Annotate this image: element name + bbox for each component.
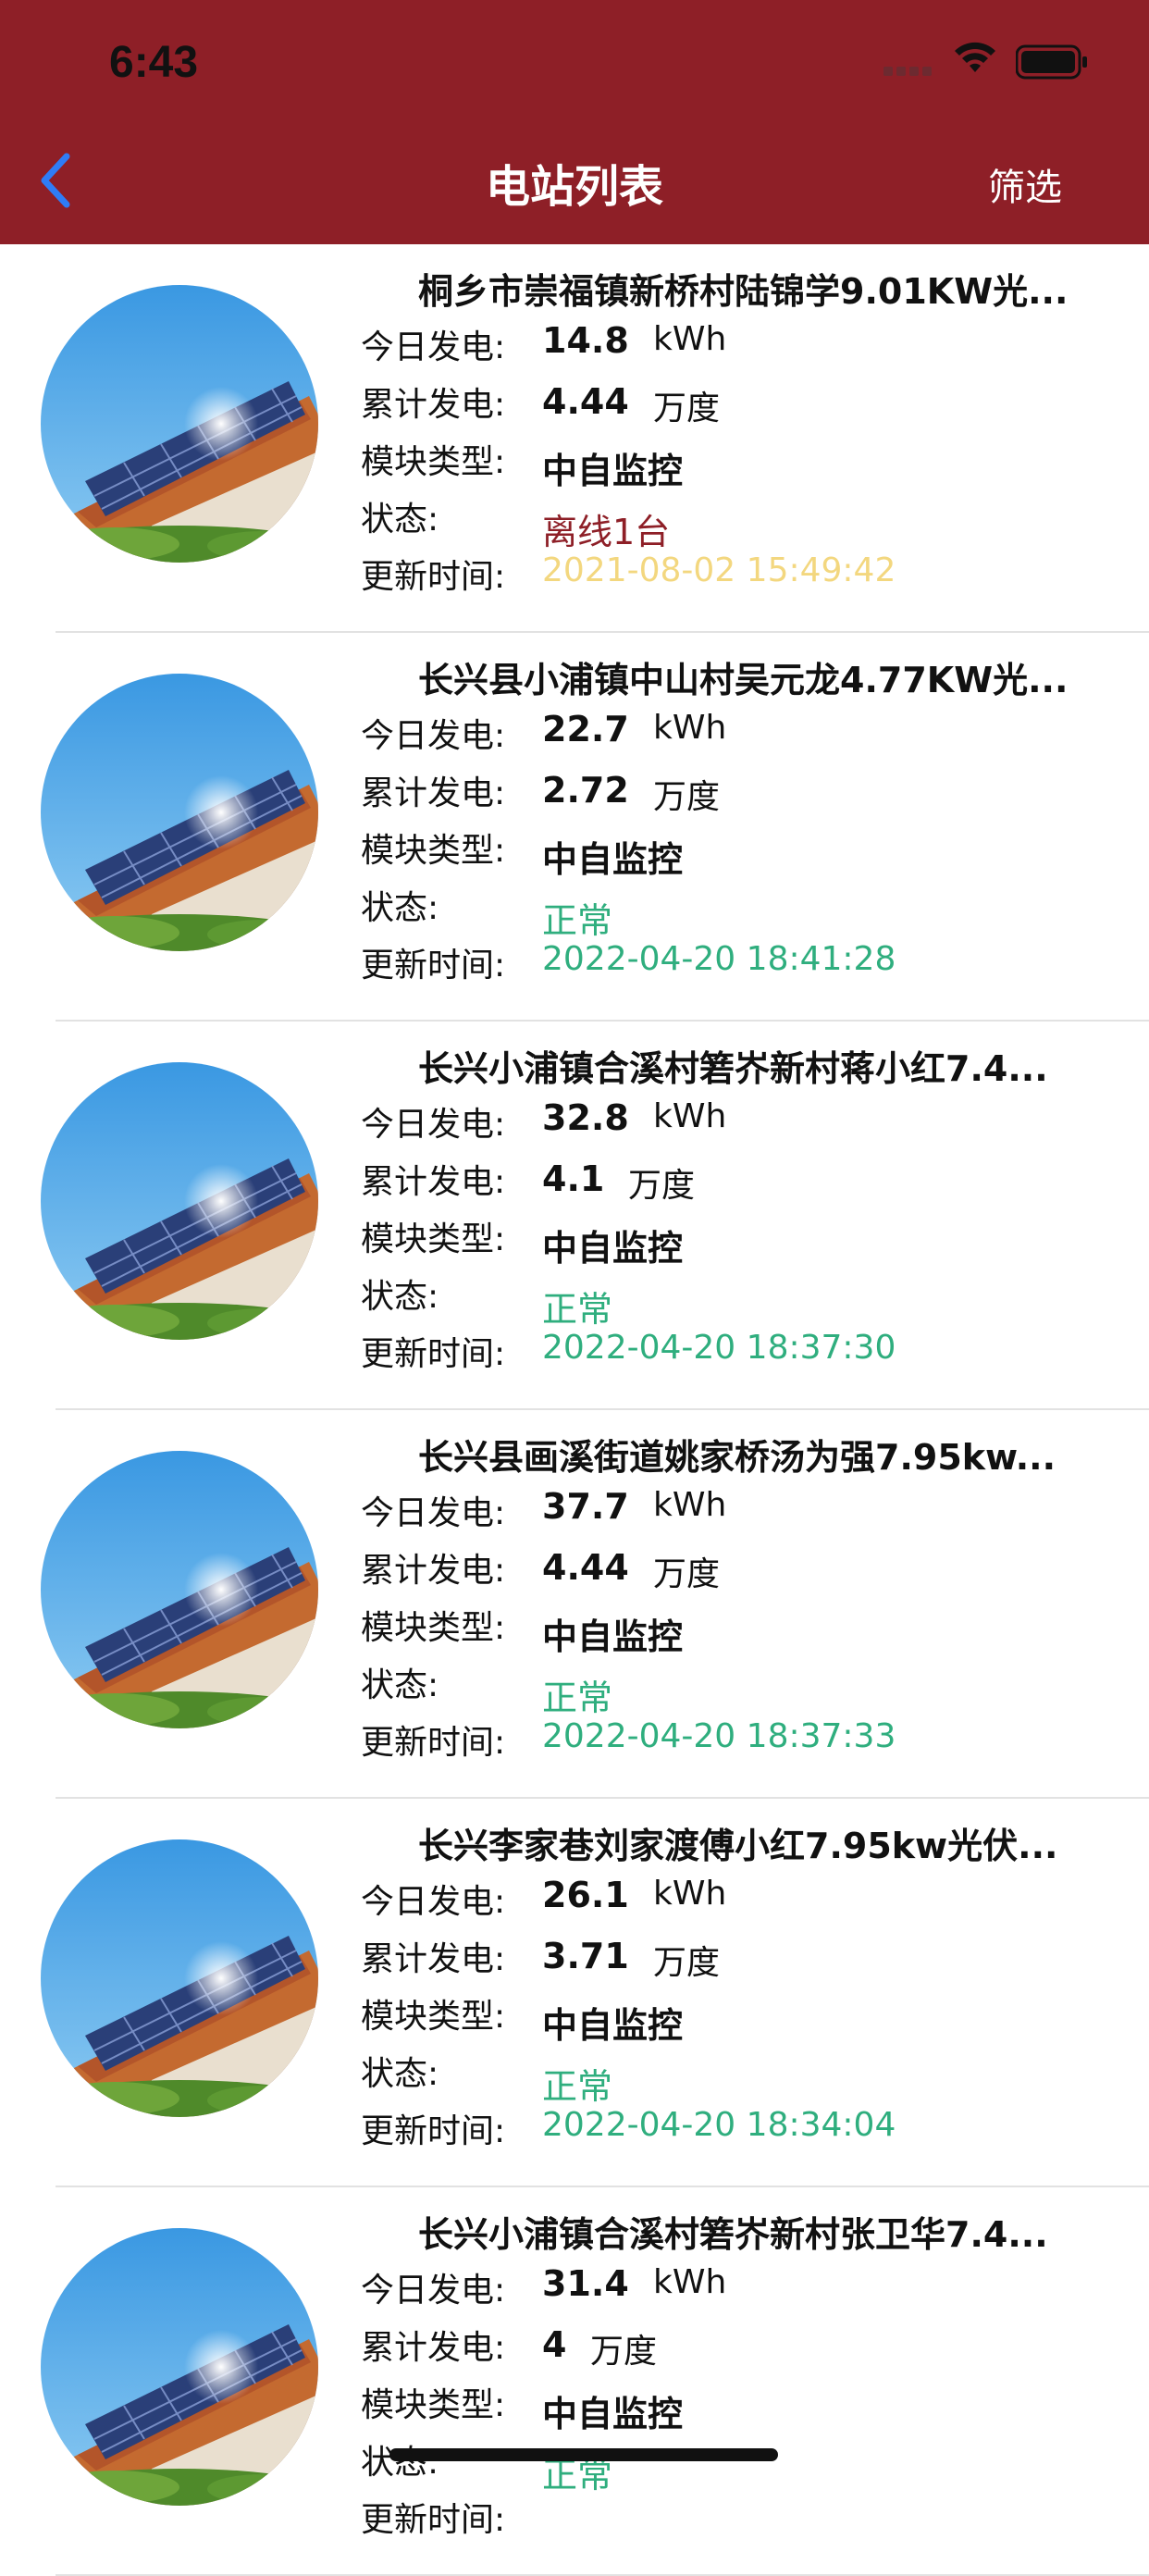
total-generation-unit: 万度 bbox=[653, 1555, 721, 1593]
status-value: 正常 bbox=[542, 1289, 613, 1330]
total-generation-value: 4.1 bbox=[542, 1158, 605, 1199]
solar-house-image bbox=[41, 674, 318, 951]
station-row[interactable]: 长兴小浦镇合溪村箬岕新村蒋小红7.4... 今日发电: 32.8 kWh 累计发… bbox=[0, 1022, 1149, 1410]
station-name: 长兴小浦镇合溪村箬岕新村蒋小红7.4... bbox=[418, 1048, 1048, 1089]
update-time-label: 更新时间: bbox=[361, 1335, 506, 1373]
total-generation-label: 累计发电: bbox=[361, 1552, 506, 1590]
station-name: 长兴小浦镇合溪村箬岕新村张卫华7.4... bbox=[418, 2214, 1048, 2255]
station-name: 桐乡市崇福镇新桥村陆锦学9.01KW光... bbox=[418, 271, 1069, 312]
solar-house-image bbox=[41, 285, 318, 563]
today-generation-value: 37.7 bbox=[542, 1486, 629, 1527]
status-value: 正常 bbox=[542, 1678, 613, 1718]
total-generation-unit: 万度 bbox=[590, 2333, 658, 2371]
total-generation-value: 4 bbox=[542, 2324, 567, 2365]
station-list: 桐乡市崇福镇新桥村陆锦学9.01KW光... 今日发电: 14.8 kWh 累计… bbox=[0, 244, 1149, 2576]
module-type-value: 中自监控 bbox=[542, 2394, 684, 2434]
filter-button[interactable]: 筛选 bbox=[988, 157, 1062, 211]
total-generation-unit: 万度 bbox=[653, 778, 721, 816]
total-generation-value: 3.71 bbox=[542, 1936, 629, 1976]
station-row[interactable]: 长兴小浦镇合溪村箬岕新村张卫华7.4... 今日发电: 31.4 kWh 累计发… bbox=[0, 2187, 1149, 2576]
status-label: 状态: bbox=[361, 2055, 439, 2093]
today-generation-unit: kWh bbox=[653, 709, 727, 747]
solar-house-image bbox=[41, 1451, 318, 1728]
wifi-icon bbox=[955, 42, 995, 72]
today-generation-unit: kWh bbox=[653, 1097, 727, 1135]
update-time-value: 2022-04-20 18:37:30 bbox=[542, 1329, 896, 1367]
module-type-value: 中自监控 bbox=[542, 2005, 684, 2046]
today-generation-label: 今日发电: bbox=[361, 1883, 506, 1921]
station-name: 长兴李家巷刘家渡傅小红7.95kw光伏... bbox=[418, 1826, 1058, 1866]
today-generation-label: 今日发电: bbox=[361, 328, 506, 366]
today-generation-label: 今日发电: bbox=[361, 1106, 506, 1144]
module-type-value: 中自监控 bbox=[542, 451, 684, 491]
today-generation-unit: kWh bbox=[653, 2263, 727, 2301]
status-value: 正常 bbox=[542, 2066, 613, 2107]
status-label: 状态: bbox=[361, 1278, 439, 1316]
station-row[interactable]: 长兴县画溪街道姚家桥汤为强7.95kw... 今日发电: 37.7 kWh 累计… bbox=[0, 1410, 1149, 1799]
module-type-label: 模块类型: bbox=[361, 1220, 506, 1258]
station-row[interactable]: 桐乡市崇福镇新桥村陆锦学9.01KW光... 今日发电: 14.8 kWh 累计… bbox=[0, 244, 1149, 633]
total-generation-unit: 万度 bbox=[653, 390, 721, 427]
today-generation-value: 31.4 bbox=[542, 2263, 629, 2304]
today-generation-unit: kWh bbox=[653, 1486, 727, 1524]
today-generation-value: 32.8 bbox=[542, 1097, 629, 1138]
status-label: 状态: bbox=[361, 501, 439, 539]
module-type-label: 模块类型: bbox=[361, 2386, 506, 2424]
today-generation-unit: kWh bbox=[653, 320, 727, 358]
battery-icon bbox=[1016, 44, 1087, 80]
home-indicator bbox=[389, 2448, 778, 2461]
station-name: 长兴县小浦镇中山村吴元龙4.77KW光... bbox=[418, 660, 1069, 700]
update-time-label: 更新时间: bbox=[361, 947, 506, 985]
today-generation-value: 14.8 bbox=[542, 320, 629, 361]
module-type-value: 中自监控 bbox=[542, 839, 684, 880]
module-type-value: 中自监控 bbox=[542, 1616, 684, 1657]
status-value: 正常 bbox=[542, 900, 613, 941]
total-generation-unit: 万度 bbox=[628, 1167, 696, 1205]
total-generation-value: 4.44 bbox=[542, 381, 629, 422]
solar-house-image bbox=[41, 2228, 318, 2506]
page-title: 电站列表 bbox=[485, 161, 663, 213]
status-value: 离线1台 bbox=[542, 512, 671, 552]
today-generation-label: 今日发电: bbox=[361, 717, 506, 755]
today-generation-value: 26.1 bbox=[542, 1875, 629, 1915]
status-time: 6:43 bbox=[109, 38, 199, 87]
solar-house-image bbox=[41, 1839, 318, 2117]
solar-house-image bbox=[41, 1062, 318, 1340]
station-row[interactable]: 长兴县小浦镇中山村吴元龙4.77KW光... 今日发电: 22.7 kWh 累计… bbox=[0, 633, 1149, 1022]
cellular-signal-icon bbox=[883, 67, 932, 76]
update-time-label: 更新时间: bbox=[361, 2501, 506, 2539]
total-generation-value: 2.72 bbox=[542, 770, 629, 811]
today-generation-label: 今日发电: bbox=[361, 2272, 506, 2310]
update-time-label: 更新时间: bbox=[361, 2112, 506, 2150]
module-type-label: 模块类型: bbox=[361, 832, 506, 870]
nav-bar: 6:43 电站列表 筛选 bbox=[0, 0, 1149, 244]
update-time-label: 更新时间: bbox=[361, 558, 506, 596]
today-generation-label: 今日发电: bbox=[361, 1494, 506, 1532]
update-time-value: 2022-04-20 18:34:04 bbox=[542, 2106, 896, 2144]
today-generation-unit: kWh bbox=[653, 1875, 727, 1913]
total-generation-label: 累计发电: bbox=[361, 1163, 506, 1201]
module-type-value: 中自监控 bbox=[542, 1228, 684, 1269]
total-generation-label: 累计发电: bbox=[361, 386, 506, 424]
station-name: 长兴县画溪街道姚家桥汤为强7.95kw... bbox=[418, 1437, 1056, 1478]
update-time-value: 2022-04-20 18:41:28 bbox=[542, 940, 896, 978]
total-generation-value: 4.44 bbox=[542, 1547, 629, 1588]
status-label: 状态: bbox=[361, 1666, 439, 1704]
update-time-value: 2022-04-20 18:37:33 bbox=[542, 1717, 896, 1755]
today-generation-value: 22.7 bbox=[542, 709, 629, 749]
module-type-label: 模块类型: bbox=[361, 1998, 506, 2036]
total-generation-label: 累计发电: bbox=[361, 774, 506, 812]
station-row[interactable]: 长兴李家巷刘家渡傅小红7.95kw光伏... 今日发电: 26.1 kWh 累计… bbox=[0, 1799, 1149, 2187]
module-type-label: 模块类型: bbox=[361, 443, 506, 481]
total-generation-label: 累计发电: bbox=[361, 2329, 506, 2367]
update-time-label: 更新时间: bbox=[361, 1724, 506, 1762]
total-generation-label: 累计发电: bbox=[361, 1940, 506, 1978]
module-type-label: 模块类型: bbox=[361, 1609, 506, 1647]
status-label: 状态: bbox=[361, 889, 439, 927]
total-generation-unit: 万度 bbox=[653, 1944, 721, 1982]
update-time-value: 2021-08-02 15:49:42 bbox=[542, 551, 896, 589]
